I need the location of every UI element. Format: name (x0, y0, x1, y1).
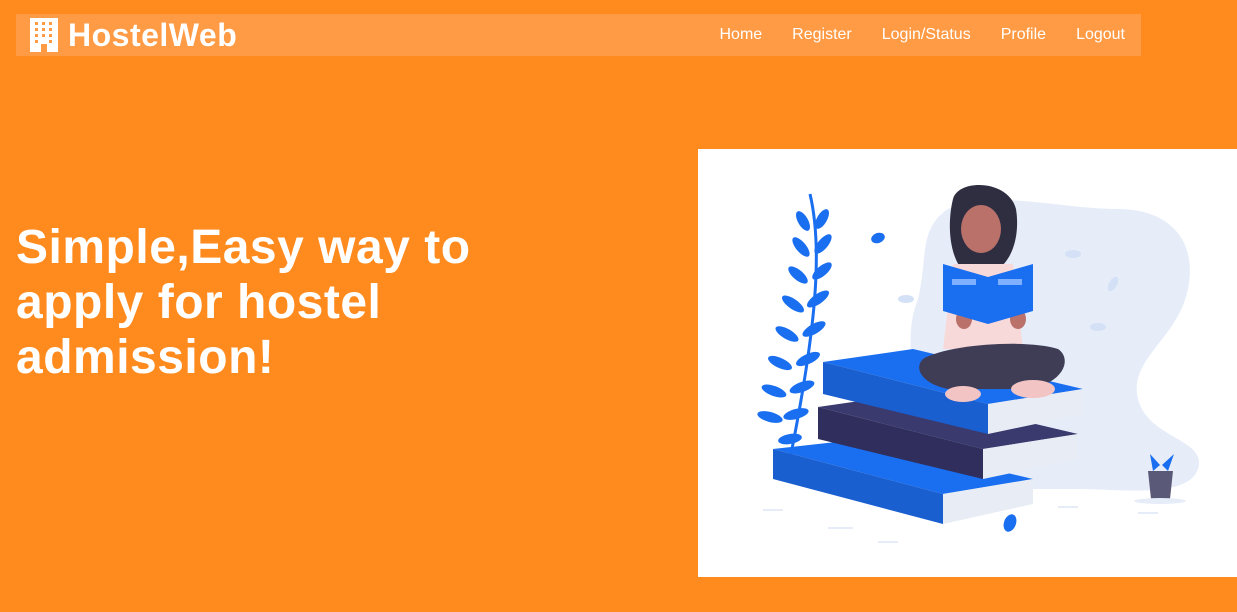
hero-line-1: Simple,Easy way to (16, 221, 471, 274)
nav-home-link[interactable]: Home (719, 26, 762, 44)
building-icon (30, 18, 58, 52)
nav-login-status-link[interactable]: Login/Status (882, 26, 971, 44)
nav-logout-link[interactable]: Logout (1076, 26, 1125, 44)
navbar: HostelWeb Home Register Login/Status Pro… (16, 14, 1141, 56)
nav-profile-link[interactable]: Profile (1001, 26, 1046, 44)
hero-line-3: admission! (16, 331, 275, 384)
woman-reading-on-books-illustration (698, 149, 1237, 577)
nav-register-link[interactable]: Register (792, 26, 852, 44)
hero-heading: Simple,Easy way to apply for hostel admi… (16, 220, 536, 385)
nav-links: Home Register Login/Status Profile Logou… (719, 14, 1125, 56)
hero-line-2: apply for hostel (16, 276, 382, 329)
brand[interactable]: HostelWeb (30, 17, 237, 53)
brand-name: HostelWeb (68, 17, 238, 53)
